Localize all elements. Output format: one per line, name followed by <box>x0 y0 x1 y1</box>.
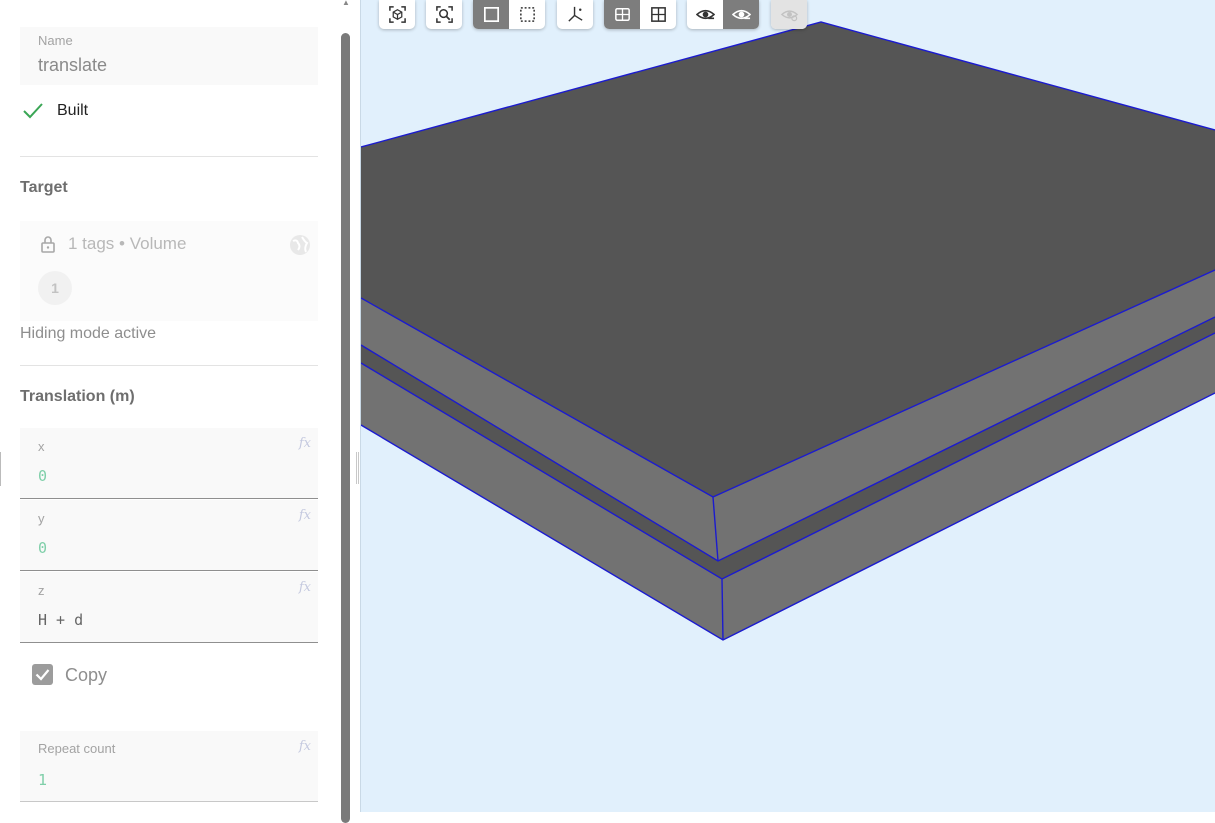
fx-icon[interactable]: fx <box>299 739 311 754</box>
axes-button[interactable] <box>557 0 593 29</box>
copy-label: Copy <box>65 665 108 685</box>
repeat-count-field[interactable]: Repeat count fx 1 <box>20 731 318 801</box>
scrollbar-thumb[interactable] <box>341 33 350 823</box>
3d-viewport[interactable] <box>361 0 1215 812</box>
show-all-button[interactable] <box>771 0 807 29</box>
name-field[interactable]: Name translate <box>20 27 318 85</box>
name-field-label: Name <box>38 33 73 48</box>
show-button[interactable] <box>723 0 759 29</box>
focus-object-icon <box>388 6 406 23</box>
section-view-icon <box>614 8 630 21</box>
toolbar-show-all-group <box>771 0 807 29</box>
scroll-up-arrow-icon[interactable]: ▲ <box>340 0 352 7</box>
select-box-icon <box>519 7 535 22</box>
toolbar-visibility-group <box>687 0 759 29</box>
toolbar-axes-group <box>557 0 593 29</box>
fx-icon[interactable]: fx <box>299 580 311 595</box>
translation-x-field[interactable]: x fx 0 <box>20 428 318 498</box>
section-view-button[interactable] <box>604 0 640 29</box>
tag-chip[interactable]: 1 <box>38 271 72 305</box>
y-label: y <box>38 511 45 526</box>
translation-y-field[interactable]: y fx 0 <box>20 500 318 570</box>
build-status-text: Built <box>57 102 89 119</box>
divider <box>20 365 318 366</box>
y-value: 0 <box>38 539 48 557</box>
focus-object-button[interactable] <box>379 0 415 29</box>
target-section-title: Target <box>20 179 68 196</box>
toolbar-selection-group <box>473 0 545 29</box>
check-icon <box>23 103 43 119</box>
panel-edge-handle <box>0 452 1 486</box>
globe-icon[interactable] <box>289 234 311 256</box>
tag-chip-label: 1 <box>51 280 59 296</box>
select-box-button[interactable] <box>509 0 545 29</box>
hide-icon <box>695 9 715 20</box>
z-label: z <box>38 583 45 598</box>
fx-icon[interactable]: fx <box>299 436 311 451</box>
zoom-fit-button[interactable] <box>426 0 462 29</box>
grid-view-button[interactable] <box>640 0 676 29</box>
lock-icon <box>41 236 55 253</box>
target-summary: 1 tags • Volume <box>68 234 187 253</box>
field-underline <box>20 642 318 643</box>
field-underline <box>20 498 318 499</box>
toolbar-zoom-group <box>426 0 462 29</box>
translation-z-field[interactable]: z fx H + d <box>20 572 318 642</box>
repeat-count-value: 1 <box>38 771 48 789</box>
hiding-mode-hint: Hiding mode active <box>20 325 157 342</box>
grid-view-icon <box>650 7 666 22</box>
repeat-count-label: Repeat count <box>38 741 116 756</box>
select-solid-icon <box>483 6 499 23</box>
hide-button[interactable] <box>687 0 723 29</box>
x-value: 0 <box>38 467 48 485</box>
model-render[interactable] <box>361 0 1215 812</box>
zoom-fit-icon <box>435 6 453 23</box>
z-value: H + d <box>38 611 84 629</box>
field-underline <box>20 570 318 571</box>
show-all-icon <box>780 10 798 22</box>
show-icon <box>731 9 751 20</box>
divider <box>20 156 318 157</box>
fx-icon[interactable]: fx <box>299 508 311 523</box>
translation-section-title: Translation (m) <box>20 388 135 405</box>
checkbox-checked-icon <box>32 664 53 685</box>
name-field-value: translate <box>38 55 108 75</box>
target-selector[interactable]: 1 tags • Volume 1 <box>20 221 318 321</box>
toolbar-view-group <box>604 0 676 29</box>
select-solid-button[interactable] <box>473 0 509 29</box>
x-label: x <box>38 439 45 454</box>
axes-icon <box>567 6 583 22</box>
toolbar-focus-group <box>379 0 415 29</box>
properties-panel: Name translate Built Target 1 tags • Vol… <box>0 0 340 812</box>
field-underline <box>20 801 318 802</box>
panel-splitter[interactable] <box>356 452 359 484</box>
